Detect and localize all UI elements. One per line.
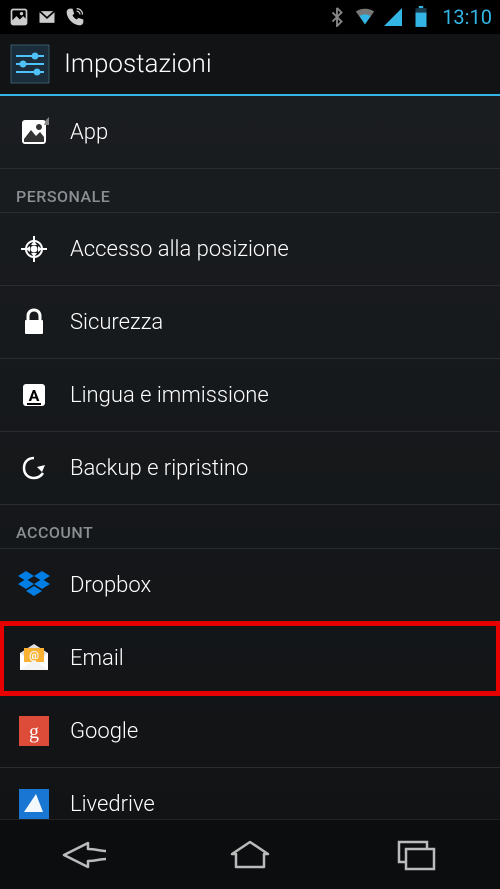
nav-home-button[interactable] xyxy=(190,830,310,880)
settings-item-apps[interactable]: App xyxy=(0,96,500,169)
settings-item-email[interactable]: @ Email xyxy=(0,622,500,695)
settings-item-backup[interactable]: Backup e ripristino xyxy=(0,432,500,505)
settings-item-label: Email xyxy=(70,646,124,671)
lock-icon xyxy=(16,304,52,340)
settings-item-language[interactable]: A Lingua e immissione xyxy=(0,359,500,432)
backup-icon xyxy=(16,450,52,486)
nav-back-button[interactable] xyxy=(23,830,143,880)
status-bar: 13:10 xyxy=(0,0,500,34)
status-clock: 13:10 xyxy=(442,5,492,29)
settings-list[interactable]: App PERSONALE Accesso alla posizione Sic… xyxy=(0,96,500,819)
settings-item-label: Livedrive xyxy=(70,792,155,817)
image-status-icon xyxy=(8,6,30,28)
section-header-personal: PERSONALE xyxy=(0,169,500,213)
app-header: Impostazioni xyxy=(0,34,500,96)
dropbox-icon xyxy=(16,567,52,603)
settings-item-dropbox[interactable]: Dropbox xyxy=(0,549,500,622)
svg-text:A: A xyxy=(29,386,40,405)
location-icon xyxy=(16,231,52,267)
settings-item-label: Sicurezza xyxy=(70,310,163,335)
settings-item-label: App xyxy=(70,120,108,145)
gmail-status-icon xyxy=(36,6,58,28)
settings-item-label: Lingua e immissione xyxy=(70,383,269,408)
settings-item-label: Dropbox xyxy=(70,573,151,598)
section-header-account: ACCOUNT xyxy=(0,505,500,549)
settings-item-location[interactable]: Accesso alla posizione xyxy=(0,213,500,286)
settings-item-label: Google xyxy=(70,719,138,744)
settings-item-google[interactable]: g Google xyxy=(0,695,500,768)
google-icon: g xyxy=(16,713,52,749)
bluetooth-icon xyxy=(326,6,348,28)
settings-item-label: Backup e ripristino xyxy=(70,456,248,481)
nav-bar xyxy=(0,819,500,889)
svg-text:g: g xyxy=(29,721,39,743)
language-icon: A xyxy=(16,377,52,413)
nav-recent-button[interactable] xyxy=(357,830,477,880)
phone-status-icon xyxy=(64,6,86,28)
settings-item-label: Accesso alla posizione xyxy=(70,237,289,262)
battery-icon xyxy=(410,6,432,28)
wifi-icon xyxy=(354,6,376,28)
page-title: Impostazioni xyxy=(64,49,212,79)
email-icon: @ xyxy=(16,640,52,676)
livedrive-icon xyxy=(16,786,52,819)
signal-icon xyxy=(382,6,404,28)
apps-icon xyxy=(16,114,52,150)
settings-item-security[interactable]: Sicurezza xyxy=(0,286,500,359)
settings-item-livedrive[interactable]: Livedrive xyxy=(0,768,500,819)
settings-icon xyxy=(10,44,50,84)
